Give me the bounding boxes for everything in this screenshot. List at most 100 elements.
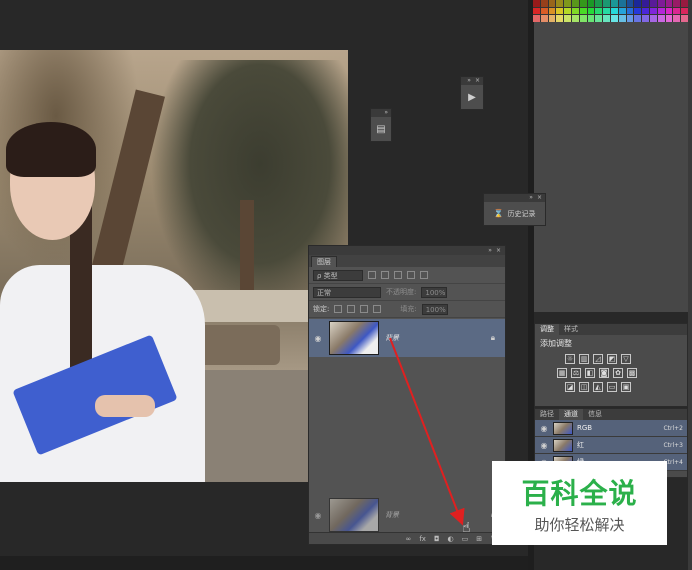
lock-position-icon[interactable] (360, 305, 369, 313)
lock-pixels-icon[interactable] (347, 305, 356, 313)
pixel-filter-icon[interactable] (368, 271, 376, 279)
color-swatch[interactable] (548, 0, 556, 7)
color-swatch[interactable] (642, 15, 649, 22)
posterize-icon[interactable]: ◫ (579, 382, 589, 392)
color-swatch[interactable] (572, 0, 579, 7)
curves-icon[interactable]: ◿ (593, 354, 603, 364)
color-swatch[interactable] (626, 0, 634, 7)
fx-icon[interactable]: fx (419, 535, 426, 543)
color-swatch[interactable] (618, 15, 626, 22)
color-swatch[interactable] (540, 7, 548, 15)
color-swatch[interactable] (564, 15, 571, 22)
color-swatch[interactable] (650, 15, 657, 22)
color-swatch[interactable] (618, 7, 626, 15)
color-swatch[interactable] (626, 15, 634, 22)
channel-row-rgb[interactable]: ◉ RGB Ctrl+2 (535, 420, 687, 437)
new-layer-icon[interactable]: ⊞ (476, 535, 482, 543)
actions-mini-panel[interactable]: » × ▶ (460, 76, 484, 110)
close-icon[interactable]: × (496, 246, 501, 255)
color-swatch[interactable] (681, 15, 688, 22)
shape-filter-icon[interactable] (407, 271, 415, 279)
blend-mode-select[interactable]: 正常 (313, 286, 381, 298)
color-swatch[interactable] (587, 7, 595, 15)
lock-transparent-icon[interactable] (334, 305, 343, 313)
color-swatch[interactable] (618, 0, 626, 7)
color-swatch[interactable] (603, 7, 610, 15)
color-swatch[interactable] (556, 15, 564, 22)
color-swatch[interactable] (579, 15, 587, 22)
layer-row-dragging[interactable]: ◉ 背景 🔒︎ (309, 496, 505, 534)
levels-icon[interactable]: ▥ (579, 354, 589, 364)
color-swatch[interactable] (626, 7, 634, 15)
tab-adjustments[interactable]: 调整 (535, 324, 559, 335)
layer-name[interactable]: 背景 (385, 510, 485, 520)
mask-icon[interactable]: ◘ (434, 535, 440, 543)
swatches-grid[interactable] (533, 0, 688, 22)
info-mini-panel[interactable]: » ▤ (370, 108, 392, 142)
opacity-input[interactable]: 100% (421, 286, 448, 298)
color-swatch[interactable] (665, 0, 673, 7)
color-swatch[interactable] (657, 0, 665, 7)
color-swatch[interactable] (595, 15, 603, 22)
layer-row-background[interactable]: ◉ 背景 🔒︎ (309, 319, 505, 357)
photo-filter-icon[interactable]: ◙ (599, 368, 609, 378)
color-swatch[interactable] (587, 15, 595, 22)
invert-icon[interactable]: ◪ (565, 382, 575, 392)
history-icon[interactable]: ⌛ (494, 209, 504, 218)
color-swatch[interactable] (548, 15, 556, 22)
color-swatch[interactable] (611, 0, 618, 7)
close-icon[interactable]: × (475, 77, 480, 85)
color-swatch[interactable] (572, 7, 579, 15)
collapse-icon[interactable]: » (384, 109, 388, 117)
eye-icon[interactable]: ◉ (313, 511, 323, 520)
color-swatch[interactable] (611, 15, 618, 22)
collapse-icon[interactable]: » (529, 194, 533, 202)
history-label[interactable]: 历史记录 (507, 209, 535, 219)
properties-icon[interactable]: ▤ (376, 124, 385, 135)
color-swatch[interactable] (634, 15, 642, 22)
color-swatch[interactable] (673, 7, 681, 15)
color-swatch[interactable] (642, 0, 649, 7)
color-swatch[interactable] (540, 15, 548, 22)
color-swatch[interactable] (533, 7, 540, 15)
link-layers-icon[interactable]: ∞ (406, 535, 412, 543)
color-balance-icon[interactable]: ⚖ (571, 368, 581, 378)
color-swatch[interactable] (579, 7, 587, 15)
smart-object-filter-icon[interactable] (420, 271, 428, 279)
color-swatch[interactable] (533, 0, 540, 7)
threshold-icon[interactable]: ◭ (593, 382, 603, 392)
eye-icon[interactable]: ◉ (539, 441, 549, 450)
color-swatch[interactable] (665, 15, 673, 22)
history-panel[interactable]: » × ⌛ 历史记录 (483, 193, 546, 226)
adjustment-layer-icon[interactable]: ◐ (448, 535, 454, 543)
color-swatch[interactable] (642, 7, 649, 15)
document-canvas[interactable] (0, 50, 348, 482)
eye-icon[interactable]: ◉ (539, 424, 549, 433)
color-swatch[interactable] (681, 7, 688, 15)
color-swatch[interactable] (564, 0, 571, 7)
color-swatch[interactable] (587, 0, 595, 7)
fill-input[interactable]: 100% (421, 303, 448, 315)
black-white-icon[interactable]: ◧ (585, 368, 595, 378)
channel-mixer-icon[interactable]: ✿ (613, 368, 623, 378)
color-lookup-icon[interactable]: ▩ (627, 368, 637, 378)
collapse-icon[interactable]: » (467, 77, 471, 85)
lock-all-icon[interactable] (373, 305, 382, 313)
vibrance-icon[interactable]: ▽ (621, 354, 631, 364)
color-swatch[interactable] (595, 0, 603, 7)
type-filter-icon[interactable] (394, 271, 402, 279)
tab-channels[interactable]: 通道 (559, 409, 583, 420)
layers-panel[interactable]: » × 图层 ρ 类型 正常 不透明度: 100% 锁定: 填充: 100% ◉… (308, 245, 506, 545)
play-icon[interactable]: ▶ (468, 92, 476, 103)
color-swatch[interactable] (634, 7, 642, 15)
adjustment-filter-icon[interactable] (381, 271, 389, 279)
color-swatch[interactable] (556, 0, 564, 7)
close-icon[interactable]: × (537, 194, 542, 202)
tab-styles[interactable]: 样式 (559, 324, 583, 335)
adjustments-panel[interactable]: 调整 样式 添加调整 ☼ ▥ ◿ ◩ ▽ ▦ ⚖ ◧ ◙ ✿ ▩ ◪ ◫ ◭ ▭… (534, 323, 688, 407)
color-swatch[interactable] (657, 7, 665, 15)
color-swatch[interactable] (650, 7, 657, 15)
tab-info[interactable]: 信息 (583, 409, 607, 420)
color-swatch[interactable] (673, 15, 681, 22)
filter-kind-select[interactable]: ρ 类型 (313, 269, 363, 281)
